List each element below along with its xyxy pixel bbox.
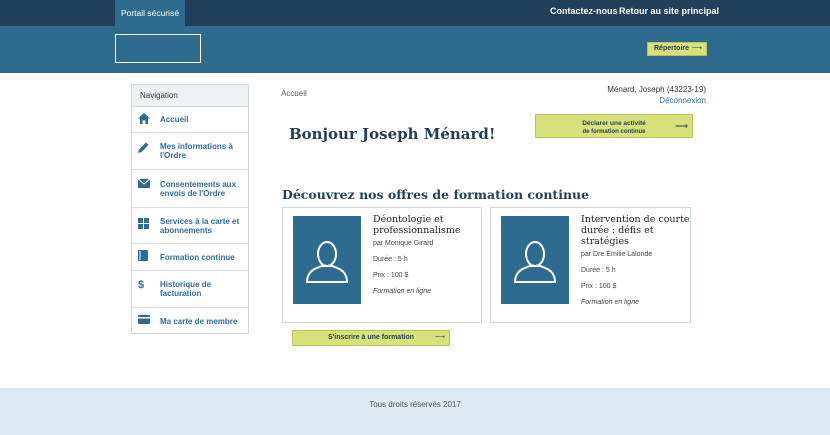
footer: Tous droits réservés 2017 xyxy=(0,388,830,435)
logout-link[interactable]: Déconnexion xyxy=(659,96,706,105)
arrow-right-icon: ⟶ xyxy=(434,334,445,341)
portal-tab[interactable]: Portail sécurisé xyxy=(115,0,185,26)
book-icon xyxy=(138,250,148,264)
sidebar-navigation: Navigation Accueil Mes informations à l'… xyxy=(131,84,249,334)
declare-activity-button[interactable]: Déclarer une activité de formation conti… xyxy=(535,114,693,138)
course-mode: Formation en ligne xyxy=(581,299,639,306)
sidebar-item-consentements[interactable]: Consentements aux envois de l'Ordre xyxy=(132,170,248,208)
course-title[interactable]: Déontologie et professionnalisme xyxy=(373,214,483,236)
course-price: Prix : 100 $ xyxy=(373,272,409,279)
page-title: Bonjour Joseph Ménard! xyxy=(289,125,496,143)
course-duration: Durée : 5 h xyxy=(373,256,408,263)
course-card[interactable]: Intervention de courte durée : défis et … xyxy=(490,207,691,323)
course-title[interactable]: Intervention de courte durée : défis et … xyxy=(581,214,691,247)
sidebar-item-label: Ma carte de membre xyxy=(160,316,238,326)
arrow-right-icon: ⟶ xyxy=(675,121,688,131)
user-silhouette-icon xyxy=(513,241,557,283)
repertoire-label: Répertoire xyxy=(654,45,690,52)
user-silhouette-icon xyxy=(305,241,349,283)
avatar xyxy=(293,216,361,304)
sidebar-item-formation[interactable]: Formation continue xyxy=(132,244,248,271)
header-banner: Répertoire ⟶ xyxy=(0,26,830,73)
home-icon xyxy=(138,112,150,127)
course-card[interactable]: Déontologie et professionnalisme par Mon… xyxy=(282,207,482,323)
arrow-right-icon: ⟶ xyxy=(691,45,702,52)
sidebar-item-label: Accueil xyxy=(160,115,189,124)
declare-label-line1: Déclarer une activité xyxy=(582,120,646,127)
pencil-icon xyxy=(138,142,149,156)
sidebar-item-facturation[interactable]: $ Historique de facturation xyxy=(132,271,248,308)
copyright-text: Tous droits réservés 2017 xyxy=(369,400,461,409)
top-bar: Portail sécurisé Contactez-nous Retour a… xyxy=(0,0,830,26)
sidebar-item-label: Services à la carte et abonnements xyxy=(160,216,240,235)
course-price: Prix : 100 $ xyxy=(581,283,617,290)
offers-title: Découvrez nos offres de formation contin… xyxy=(282,187,590,202)
declare-label-line2: de formation continue xyxy=(582,129,646,135)
sidebar-item-label: Mes informations à l'Ordre xyxy=(160,142,233,160)
breadcrumb[interactable]: Accueil xyxy=(281,89,307,98)
avatar xyxy=(501,216,569,304)
course-author: par Monique Girard xyxy=(373,240,434,247)
sidebar-item-label: Historique de facturation xyxy=(160,280,212,298)
sidebar-item-carte-membre[interactable]: Ma carte de membre xyxy=(132,308,248,334)
enroll-button[interactable]: S'inscrire à une formation ⟶ xyxy=(292,330,450,346)
sidebar-item-label: Formation continue xyxy=(160,252,235,262)
dollar-icon: $ xyxy=(138,279,145,291)
card-icon xyxy=(138,315,150,327)
user-name: Ménard, Joseph (43223-19) xyxy=(607,85,706,94)
grid-icon xyxy=(138,218,149,232)
sidebar-item-services[interactable]: Services à la carte et abonnements xyxy=(132,208,248,244)
enroll-label: S'inscrire à une formation xyxy=(327,334,415,341)
course-mode: Formation en ligne xyxy=(373,288,431,295)
course-author: par Dre Émilie Lalonde xyxy=(581,251,653,258)
course-duration: Durée : 5 h xyxy=(581,267,616,274)
contact-link[interactable]: Contactez-nous xyxy=(550,0,618,26)
sidebar-item-accueil[interactable]: Accueil xyxy=(132,107,248,133)
main-site-link[interactable]: Retour au site principal xyxy=(619,0,719,26)
envelope-icon xyxy=(137,178,151,191)
repertoire-button[interactable]: Répertoire ⟶ xyxy=(647,42,707,56)
sidebar-item-label: Consentements aux envois de l'Ordre xyxy=(160,179,237,198)
logo[interactable] xyxy=(115,34,201,63)
sidebar-item-informations[interactable]: Mes informations à l'Ordre xyxy=(132,133,248,170)
sidebar-header: Navigation xyxy=(132,85,248,107)
